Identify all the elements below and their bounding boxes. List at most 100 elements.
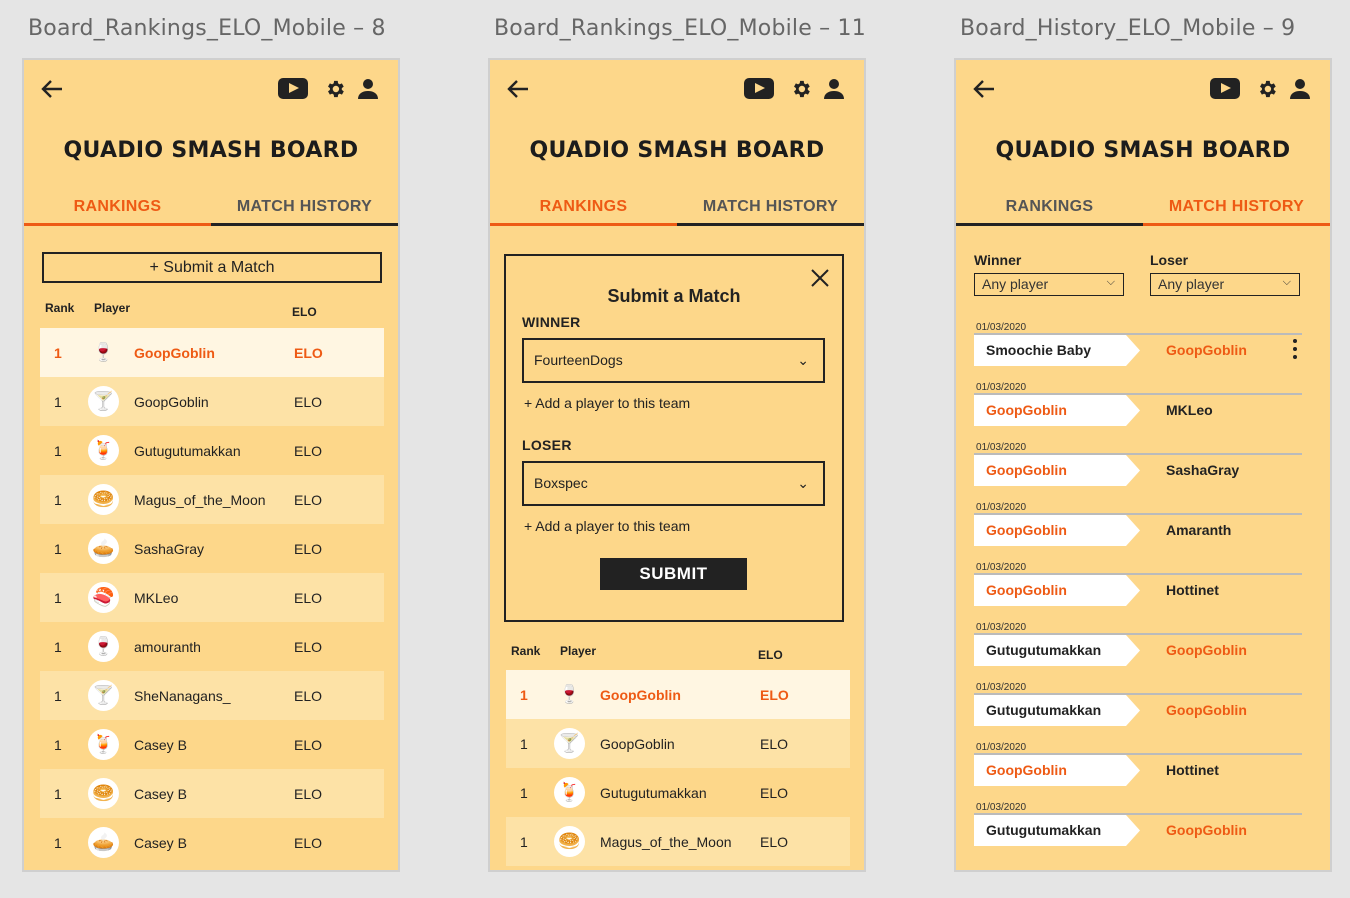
table-row[interactable]: 1 🍣 MKLeo ELO (40, 573, 384, 622)
match-player-right: GoopGoblin (1166, 342, 1247, 358)
board-title: QUADIO SMASH BOARD (63, 138, 359, 163)
table-row[interactable]: 1 🥯 Casey B ELO (40, 769, 384, 818)
match-player-left: Gutugutumakkan (986, 642, 1102, 658)
table-row[interactable]: 1 🍸 GoopGoblin ELO (506, 719, 850, 768)
elo-cell: ELO (294, 590, 323, 606)
rank-cell: 1 (54, 541, 62, 557)
match-row[interactable]: 01/03/2020 GoopGoblin Amaranth (974, 496, 1302, 556)
add-winner-player-link[interactable]: + Add a player to this team (524, 395, 690, 411)
player-avatar-icon: 🥯 (88, 484, 119, 515)
player-name: amouranth (134, 639, 201, 655)
youtube-icon[interactable] (1210, 78, 1240, 99)
match-player-right: GoopGoblin (1166, 702, 1247, 718)
modal-title: Submit a Match (607, 286, 741, 306)
match-date: 01/03/2020 (976, 322, 1027, 333)
rank-cell: 1 (54, 786, 62, 802)
back-arrow-icon[interactable] (972, 78, 996, 100)
loser-filter-select[interactable]: Any player ⌵ (1150, 273, 1300, 296)
gear-icon[interactable] (1256, 78, 1278, 100)
tab-match-history[interactable]: MATCH HISTORY (211, 188, 398, 226)
tab-match-history[interactable]: MATCH HISTORY (1143, 188, 1330, 226)
elo-cell: ELO (294, 737, 323, 753)
winner-filter-select[interactable]: Any player ⌵ (974, 273, 1124, 296)
youtube-icon[interactable] (278, 78, 308, 99)
player-header: Player (560, 644, 597, 658)
match-player-right: Amaranth (1166, 522, 1232, 538)
more-options-icon[interactable] (1292, 337, 1298, 363)
submit-match-button[interactable]: + Submit a Match (42, 252, 382, 283)
player-name: Magus_of_the_Moon (134, 492, 266, 508)
chevron-down-icon: ⌄ (797, 475, 809, 491)
tab-match-history[interactable]: MATCH HISTORY (677, 188, 864, 226)
tab-rankings[interactable]: RANKINGS (956, 188, 1143, 226)
winner-filter-value: Any player (982, 276, 1049, 292)
user-icon[interactable] (824, 78, 844, 100)
tab-bar: RANKINGS MATCH HISTORY (956, 188, 1330, 226)
match-player-right: GoopGoblin (1166, 642, 1247, 658)
user-icon[interactable] (358, 78, 378, 100)
rank-cell: 1 (54, 639, 62, 655)
tab-rankings[interactable]: RANKINGS (490, 188, 677, 226)
table-row[interactable]: 1 🍷 GoopGoblin ELO (506, 670, 850, 719)
match-date: 01/03/2020 (976, 382, 1027, 393)
match-row[interactable]: 01/03/2020 GoopGoblin Hottinet (974, 736, 1302, 796)
table-row[interactable]: 1 🍹 Gutugutumakkan ELO (506, 768, 850, 817)
elo-header: ELO (292, 305, 317, 319)
player-avatar-icon: 🍸 (554, 728, 585, 759)
match-player-left: Gutugutumakkan (986, 822, 1102, 838)
gear-icon[interactable] (324, 78, 346, 100)
player-name: Magus_of_the_Moon (600, 834, 732, 850)
match-row[interactable]: 01/03/2020 Gutugutumakkan GoopGoblin (974, 616, 1302, 676)
loser-select[interactable]: Boxspec ⌄ (522, 461, 825, 506)
match-player-right: Hottinet (1166, 582, 1219, 598)
table-row[interactable]: 1 🍷 GoopGoblin ELO (40, 328, 384, 377)
rank-cell: 1 (54, 394, 62, 410)
youtube-icon[interactable] (744, 78, 774, 99)
winner-filter-label: Winner (974, 252, 1022, 268)
elo-cell: ELO (294, 786, 323, 802)
match-row[interactable]: 01/03/2020 GoopGoblin SashaGray (974, 436, 1302, 496)
board-title: QUADIO SMASH BOARD (995, 138, 1291, 163)
elo-cell: ELO (294, 835, 323, 851)
elo-cell: ELO (294, 688, 323, 704)
add-loser-player-link[interactable]: + Add a player to this team (524, 518, 690, 534)
player-name: SashaGray (134, 541, 205, 557)
table-row[interactable]: 1 🍹 Casey B ELO (40, 720, 384, 769)
user-icon[interactable] (1290, 78, 1310, 100)
table-row[interactable]: 1 🍸 GoopGoblin ELO (40, 377, 384, 426)
close-icon[interactable] (810, 268, 830, 288)
winner-select[interactable]: FourteenDogs ⌄ (522, 338, 825, 383)
chevron-down-icon: ⌵ (1106, 276, 1115, 288)
match-row[interactable]: 01/03/2020 Gutugutumakkan GoopGoblin (974, 676, 1302, 736)
elo-cell: ELO (294, 639, 323, 655)
match-row[interactable]: 01/03/2020 Smoochie Baby GoopGoblin (974, 316, 1302, 376)
table-row[interactable]: 1 🍹 Gutugutumakkan ELO (40, 426, 384, 475)
elo-cell: ELO (760, 785, 789, 801)
match-row[interactable]: 01/03/2020 GoopGoblin MKLeo (974, 376, 1302, 436)
elo-cell: ELO (294, 394, 323, 410)
back-arrow-icon[interactable] (40, 78, 64, 100)
match-player-left: GoopGoblin (986, 402, 1067, 418)
table-row[interactable]: 1 🥯 Magus_of_the_Moon ELO (40, 475, 384, 524)
tab-rankings[interactable]: RANKINGS (24, 188, 211, 226)
back-arrow-icon[interactable] (506, 78, 530, 100)
winner-select-value: FourteenDogs (534, 352, 623, 368)
table-row[interactable]: 1 🥧 SashaGray ELO (40, 524, 384, 573)
table-row[interactable]: 1 🥧 Casey B ELO (40, 818, 384, 867)
table-row[interactable]: 1 🍸 SheNanagans_ ELO (40, 671, 384, 720)
player-avatar-icon: 🍸 (88, 386, 119, 417)
player-avatar-icon: 🍹 (88, 435, 119, 466)
submit-button[interactable]: SUBMIT (600, 558, 747, 590)
match-row[interactable]: 01/03/2020 Gutugutumakkan GoopGoblin (974, 796, 1302, 856)
elo-header: ELO (758, 648, 783, 662)
player-avatar-icon: 🥯 (554, 826, 585, 857)
player-avatar-icon: 🥯 (88, 778, 119, 809)
player-avatar-icon: 🍣 (88, 582, 119, 613)
match-row[interactable]: 01/03/2020 GoopGoblin Hottinet (974, 556, 1302, 616)
gear-icon[interactable] (790, 78, 812, 100)
table-row[interactable]: 1 🍷 amouranth ELO (40, 622, 384, 671)
rank-cell: 1 (54, 345, 62, 361)
table-row[interactable]: 1 🥯 Magus_of_the_Moon ELO (506, 817, 850, 866)
rank-header: Rank (45, 301, 75, 315)
chevron-down-icon: ⌵ (1282, 276, 1291, 288)
